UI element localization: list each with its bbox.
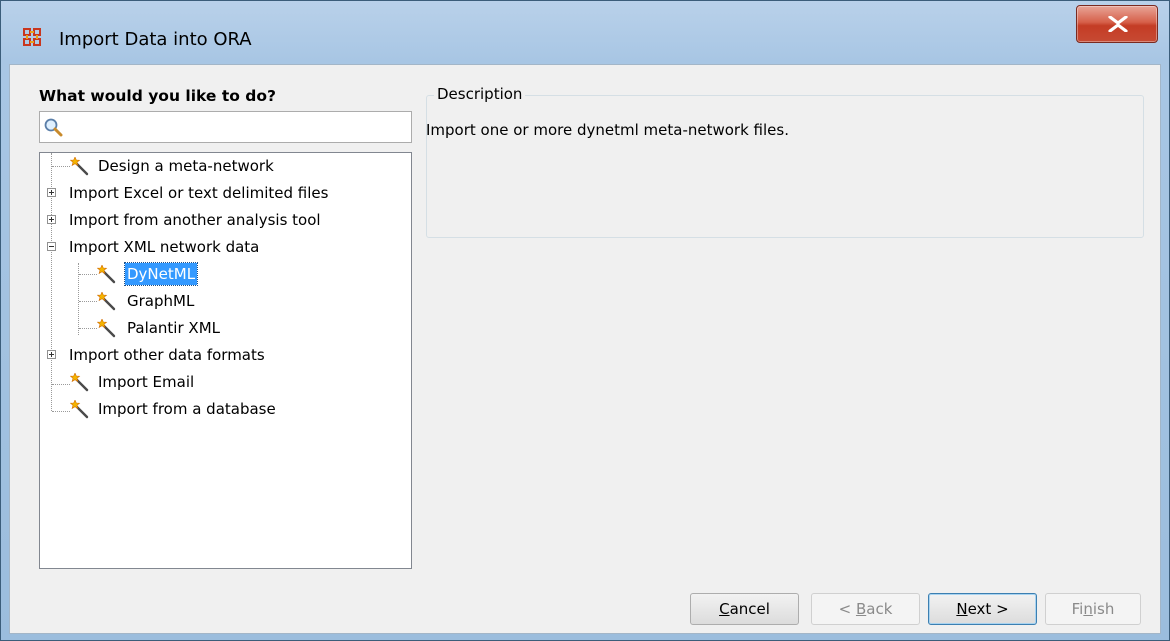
wand-icon bbox=[69, 156, 90, 177]
tree-item-import-email[interactable]: Import Email bbox=[40, 369, 400, 396]
tree-item-import-excel[interactable]: Import Excel or text delimited files bbox=[40, 180, 400, 207]
expand-icon[interactable] bbox=[47, 188, 56, 197]
tree-item-label: Import XML network data bbox=[69, 238, 260, 256]
cancel-button[interactable]: Cancel bbox=[690, 593, 799, 625]
tree-item-label: Import Excel or text delimited files bbox=[69, 184, 329, 202]
finish-prefix: Fi bbox=[1071, 600, 1084, 618]
tree-item-import-xml[interactable]: Import XML network data bbox=[40, 234, 400, 261]
back-prefix: < bbox=[838, 600, 856, 618]
close-button[interactable] bbox=[1076, 5, 1158, 43]
tree-item-graphml[interactable]: GraphML bbox=[40, 288, 400, 315]
tree-item-label: Import from a database bbox=[98, 400, 276, 418]
back-mnemonic: B bbox=[855, 600, 867, 618]
description-text: Import one or more dynetml meta-network … bbox=[426, 121, 789, 139]
search-input[interactable] bbox=[68, 112, 412, 144]
tree-item-import-database[interactable]: Import from a database bbox=[40, 396, 400, 423]
tree-item-import-analysis-tool[interactable]: Import from another analysis tool bbox=[40, 207, 400, 234]
tree-item-label: DyNetML bbox=[123, 262, 199, 286]
next-label: ext > bbox=[967, 600, 1009, 618]
search-icon bbox=[43, 117, 63, 141]
question-label: What would you like to do? bbox=[39, 87, 277, 105]
ora-app-icon bbox=[23, 28, 41, 46]
wand-icon bbox=[69, 372, 90, 393]
task-tree[interactable]: Design a meta-network Import Excel or te… bbox=[39, 152, 412, 569]
tree-item-label: Import from another analysis tool bbox=[69, 211, 321, 229]
title-bar[interactable]: Import Data into ORA bbox=[1, 1, 1169, 57]
cancel-mnemonic: C bbox=[719, 600, 730, 618]
expand-icon[interactable] bbox=[47, 350, 56, 359]
description-group bbox=[426, 95, 1144, 238]
back-button[interactable]: < Back bbox=[811, 593, 920, 625]
collapse-icon[interactable] bbox=[47, 242, 56, 251]
wand-icon bbox=[96, 318, 117, 339]
tree-item-import-other-formats[interactable]: Import other data formats bbox=[40, 342, 400, 369]
tree-item-label: Import other data formats bbox=[69, 346, 265, 364]
finish-label: ish bbox=[1092, 600, 1115, 618]
description-legend: Description bbox=[434, 85, 526, 103]
next-mnemonic: N bbox=[956, 600, 968, 618]
wand-icon bbox=[69, 399, 90, 420]
finish-button[interactable]: Finish bbox=[1045, 593, 1141, 625]
next-button[interactable]: Next > bbox=[928, 593, 1037, 625]
dialog-content: What would you like to do? Design a meta… bbox=[9, 64, 1161, 634]
close-icon bbox=[1108, 16, 1128, 32]
tree-item-label: Import Email bbox=[98, 373, 195, 391]
expand-icon[interactable] bbox=[47, 215, 56, 224]
tree-item-label: Palantir XML bbox=[127, 319, 220, 337]
wand-icon bbox=[96, 264, 117, 285]
search-box[interactable] bbox=[39, 111, 412, 144]
wand-icon bbox=[96, 291, 117, 312]
window-title: Import Data into ORA bbox=[59, 29, 252, 50]
finish-mnemonic: n bbox=[1083, 600, 1093, 618]
tree-item-palantir-xml[interactable]: Palantir XML bbox=[40, 315, 400, 342]
cancel-label: ancel bbox=[729, 600, 770, 618]
import-dialog-window: Import Data into ORA What would you like… bbox=[0, 0, 1170, 641]
tree-item-dynetml[interactable]: DyNetML bbox=[40, 261, 400, 288]
tree-item-design-meta-network[interactable]: Design a meta-network bbox=[40, 153, 400, 180]
back-label: ack bbox=[866, 600, 893, 618]
tree-item-label: GraphML bbox=[127, 292, 195, 310]
tree-item-label: Design a meta-network bbox=[98, 157, 274, 175]
